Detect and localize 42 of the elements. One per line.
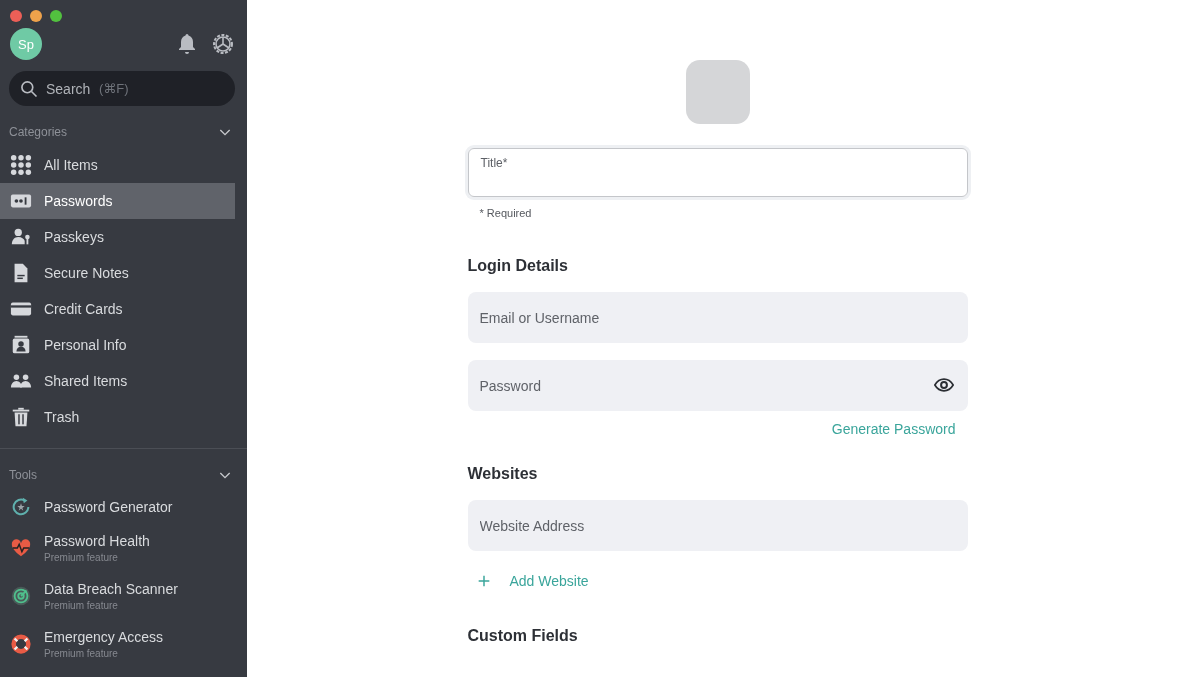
maximize-window-button[interactable] xyxy=(50,10,62,22)
section-heading: Custom Fields xyxy=(467,627,579,645)
section-heading: Login Details xyxy=(467,257,569,275)
section-heading: Websites xyxy=(467,465,539,483)
sidebar-item[interactable]: Personal Info xyxy=(0,327,235,363)
shortcut-hint: (⌘F) xyxy=(99,81,129,96)
sidebar-item[interactable]: Password Generator xyxy=(0,490,247,524)
premium-note: Premium feature xyxy=(44,648,119,659)
search-icon xyxy=(19,79,39,99)
close-window-button[interactable] xyxy=(10,10,22,22)
sidebar-item[interactable]: Data Breach Scanner Premium feature xyxy=(0,572,247,620)
sidebar-item[interactable]: Credit Cards xyxy=(0,291,235,327)
tool-label: Password Health xyxy=(44,533,150,549)
sidebar-item[interactable]: All Items xyxy=(0,147,235,183)
grid-icon xyxy=(10,154,32,176)
sidebar-item[interactable]: Secure Notes xyxy=(0,255,235,291)
premium-note: Premium feature xyxy=(44,600,119,611)
section-label: Categories xyxy=(9,125,68,139)
eye-icon[interactable] xyxy=(933,375,954,395)
radar-icon xyxy=(10,585,32,607)
heart-pulse-icon xyxy=(10,537,32,559)
trash-icon xyxy=(10,406,32,428)
circular-arrow-star-icon xyxy=(10,496,32,518)
section-label: Tools xyxy=(9,468,37,482)
title-field[interactable]: Title* xyxy=(467,148,968,197)
premium-note: Premium feature xyxy=(44,552,119,563)
sidebar-item[interactable]: Password Health Premium feature xyxy=(0,524,247,572)
sidebar-item[interactable]: Shared Items xyxy=(0,363,235,399)
sidebar-item[interactable]: Emergency Access Premium feature xyxy=(0,620,247,668)
settings-icon xyxy=(211,32,235,56)
lifebuoy-icon xyxy=(10,633,32,655)
tool-label: Data Breach Scanner xyxy=(44,581,178,597)
sidebar-item[interactable]: Passwords xyxy=(0,183,235,219)
required-note: * Required xyxy=(479,207,533,219)
sidebar-item[interactable]: Passkeys xyxy=(0,219,235,255)
tool-label: Emergency Access xyxy=(44,629,164,645)
id-badge-icon xyxy=(10,334,32,356)
sidebar-item[interactable]: Trash xyxy=(0,399,235,435)
input-field[interactable]: Email or Username xyxy=(467,292,968,343)
password-field[interactable]: Password xyxy=(467,360,968,411)
minimize-window-button[interactable] xyxy=(30,10,42,22)
input-field[interactable]: Website Address xyxy=(467,500,968,551)
